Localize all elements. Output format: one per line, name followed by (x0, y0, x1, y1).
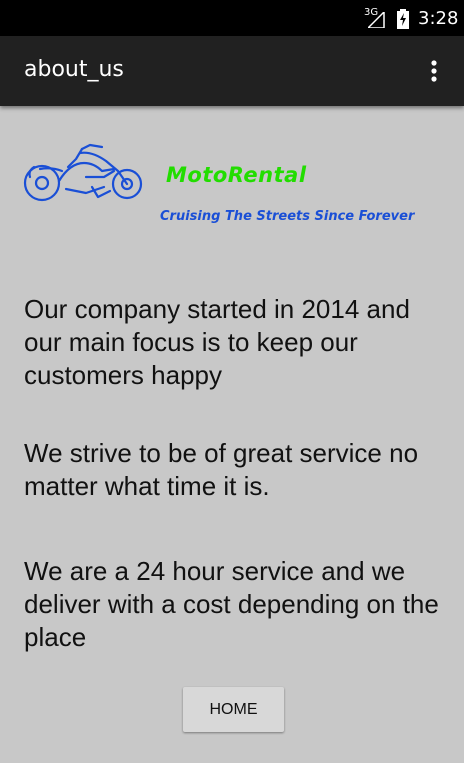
battery-charging-icon (397, 9, 409, 29)
about-paragraph-1: Our company started in 2014 and our main… (24, 294, 410, 390)
brand-tagline: Cruising The Streets Since Forever (160, 209, 415, 224)
content: MotoRental Cruising The Streets Since Fo… (0, 106, 464, 763)
status-bar: 3G 3:28 (0, 0, 464, 36)
about-paragraph-3: We are a 24 hour service and we deliver … (24, 556, 439, 652)
signal-icon (368, 12, 385, 28)
home-button[interactable]: HOME (183, 687, 284, 732)
brand-name: MotoRental (166, 163, 307, 187)
more-vert-icon[interactable] (422, 59, 446, 83)
about-paragraph-2: We strive to be of great service no matt… (24, 438, 419, 501)
clock: 3:28 (418, 8, 459, 29)
action-bar: about_us (0, 36, 464, 106)
motorcycle-icon (23, 143, 143, 202)
screen: 3G 3:28 about_us MotoRental Cruising The… (0, 0, 464, 763)
company-logo: MotoRental Cruising The Streets Since Fo… (22, 141, 452, 237)
page-title: about_us (24, 57, 124, 82)
